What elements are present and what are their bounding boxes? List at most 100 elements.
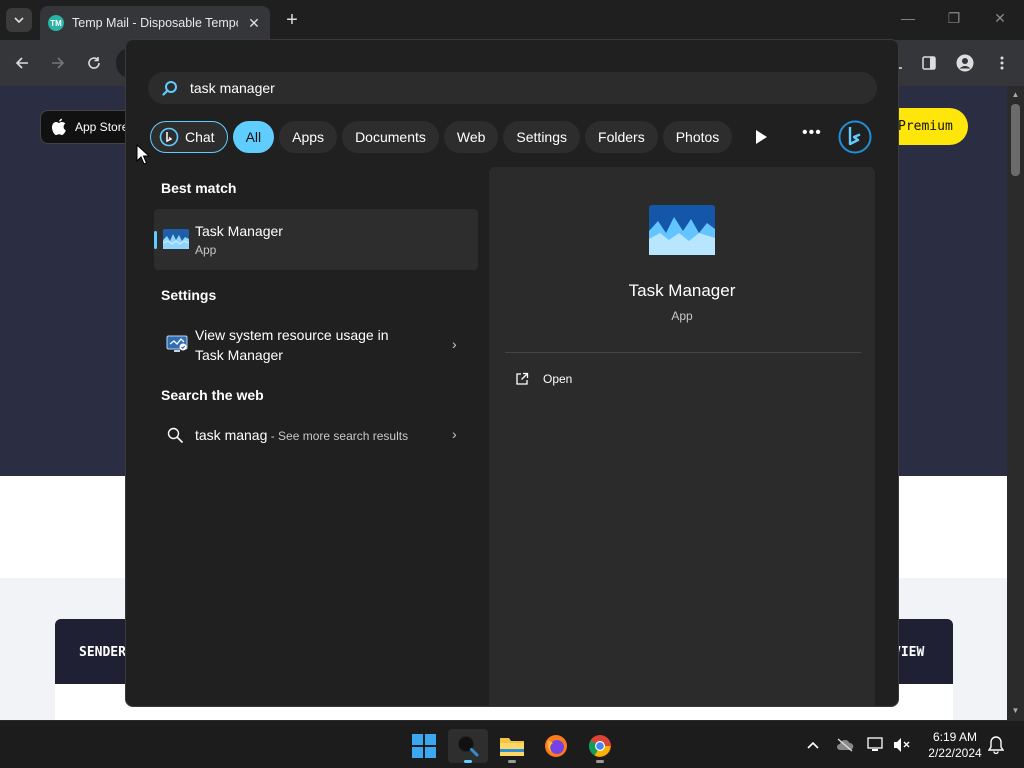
chevron-right-icon: › xyxy=(452,336,457,352)
settings-result[interactable]: View system resource usage in Task Manag… xyxy=(154,318,478,372)
scroll-up-icon[interactable]: ▲ xyxy=(1007,90,1024,99)
search-icon xyxy=(162,81,177,96)
firefox-icon xyxy=(545,735,567,757)
search-input[interactable] xyxy=(190,80,790,96)
taskbar-search-button[interactable] xyxy=(448,729,488,763)
new-tab-button[interactable]: + xyxy=(282,9,302,31)
settings-section-title: Settings xyxy=(161,287,217,303)
arrow-right-icon xyxy=(52,57,65,69)
tab-search-button[interactable] xyxy=(6,8,32,32)
clock-time: 6:19 AM xyxy=(932,730,978,744)
open-action-label: Open xyxy=(543,372,573,386)
bell-icon xyxy=(988,736,1004,754)
taskbar-chrome[interactable] xyxy=(580,729,620,763)
taskbar-file-explorer[interactable] xyxy=(492,729,532,763)
start-search-panel: Chat All Apps Documents Web Settings Fol… xyxy=(125,39,899,707)
volume-button[interactable] xyxy=(892,735,912,755)
chevron-down-icon xyxy=(14,17,24,23)
file-explorer-icon xyxy=(500,738,524,756)
settings-result-line2: Task Manager xyxy=(195,347,283,363)
best-match-result[interactable]: Task Manager App xyxy=(154,209,478,270)
selection-indicator xyxy=(154,231,157,249)
task-manager-icon xyxy=(163,229,189,249)
reload-icon xyxy=(88,57,100,69)
taskbar-firefox[interactable] xyxy=(536,729,576,763)
chevron-right-icon: › xyxy=(452,426,457,442)
preview-app-name: Task Manager xyxy=(628,281,736,300)
search-web-title: Search the web xyxy=(161,387,264,403)
back-button[interactable] xyxy=(11,52,33,74)
volume-muted-icon xyxy=(894,738,910,752)
notifications-button[interactable] xyxy=(986,735,1006,755)
close-tab-icon[interactable]: ✕ xyxy=(246,15,262,32)
reload-button[interactable] xyxy=(83,52,105,74)
filter-settings[interactable]: Settings xyxy=(503,121,581,153)
mouse-cursor-icon xyxy=(136,144,150,165)
onedrive-button[interactable] xyxy=(835,735,855,755)
running-indicator xyxy=(596,760,604,763)
scroll-thumb[interactable] xyxy=(1011,104,1020,176)
filter-chat-label: Chat xyxy=(185,129,215,145)
filter-photos[interactable]: Photos xyxy=(662,121,733,153)
page-scrollbar[interactable]: ▲ ▼ xyxy=(1007,86,1024,720)
inbox-col-sender: SENDER xyxy=(79,645,126,660)
open-external-icon xyxy=(516,372,529,385)
filter-chat[interactable]: Chat xyxy=(150,121,228,153)
chrome-icon xyxy=(589,735,611,757)
start-button[interactable] xyxy=(404,729,444,763)
side-panel-button[interactable] xyxy=(918,52,940,74)
divider xyxy=(505,352,861,353)
best-match-title: Best match xyxy=(161,180,237,196)
best-match-name: Task Manager xyxy=(195,223,283,239)
more-filters-play-icon[interactable] xyxy=(754,129,768,145)
filter-apps[interactable]: Apps xyxy=(279,121,338,153)
task-manager-large-icon xyxy=(649,205,715,255)
network-icon xyxy=(867,737,883,751)
filter-all[interactable]: All xyxy=(232,121,275,153)
more-options-button[interactable]: ••• xyxy=(802,124,822,142)
tab-title: Temp Mail - Disposable Temporary Email xyxy=(72,16,238,30)
search-icon xyxy=(458,736,479,757)
network-button[interactable] xyxy=(866,735,886,755)
running-indicator xyxy=(508,760,516,763)
arrow-left-icon xyxy=(15,57,28,69)
profile-icon xyxy=(956,54,974,72)
web-search-result[interactable]: task manag - See more search results › xyxy=(154,418,478,452)
monitor-settings-icon xyxy=(166,335,188,352)
web-result-query: task manag xyxy=(195,427,268,443)
preview-pane: Task Manager App Open xyxy=(489,167,875,706)
browser-tab[interactable]: TM Temp Mail - Disposable Temporary Emai… xyxy=(40,6,270,40)
web-result-text: task manag - See more search results xyxy=(195,427,408,445)
bing-chat-icon xyxy=(159,127,179,147)
open-action[interactable]: Open xyxy=(515,372,572,386)
filter-web[interactable]: Web xyxy=(443,121,499,153)
search-box[interactable] xyxy=(148,72,877,104)
chevron-up-icon xyxy=(807,741,819,749)
restore-button[interactable]: ❐ xyxy=(944,10,964,27)
preview-app-type: App xyxy=(671,309,693,323)
side-panel-icon xyxy=(922,56,936,70)
filter-folders[interactable]: Folders xyxy=(585,121,658,153)
close-window-button[interactable]: ✕ xyxy=(990,10,1010,27)
filter-documents[interactable]: Documents xyxy=(342,121,439,153)
taskbar: 6:19 AM 2/22/2024 xyxy=(0,720,1024,768)
best-match-type: App xyxy=(195,243,217,257)
forward-button[interactable] xyxy=(47,52,69,74)
apple-icon xyxy=(52,118,66,135)
bing-icon[interactable] xyxy=(838,120,872,154)
menu-button[interactable] xyxy=(991,52,1013,74)
app-store-label: App Store xyxy=(75,120,129,134)
clock-date: 2/22/2024 xyxy=(928,746,982,760)
system-clock[interactable]: 6:19 AM 2/22/2024 xyxy=(920,729,990,761)
kebab-menu-icon xyxy=(1000,56,1004,70)
browser-tab-bar: TM Temp Mail - Disposable Temporary Emai… xyxy=(0,0,1024,40)
favicon-icon: TM xyxy=(48,15,64,31)
filter-chips: Chat All Apps Documents Web Settings Fol… xyxy=(150,120,733,154)
show-hidden-icons-button[interactable] xyxy=(803,735,823,755)
cloud-offline-icon xyxy=(837,738,854,752)
profile-button[interactable] xyxy=(954,52,976,74)
minimize-button[interactable]: — xyxy=(898,10,918,26)
web-search-icon xyxy=(167,427,183,443)
start-icon xyxy=(412,734,436,758)
scroll-down-icon[interactable]: ▼ xyxy=(1007,706,1024,715)
